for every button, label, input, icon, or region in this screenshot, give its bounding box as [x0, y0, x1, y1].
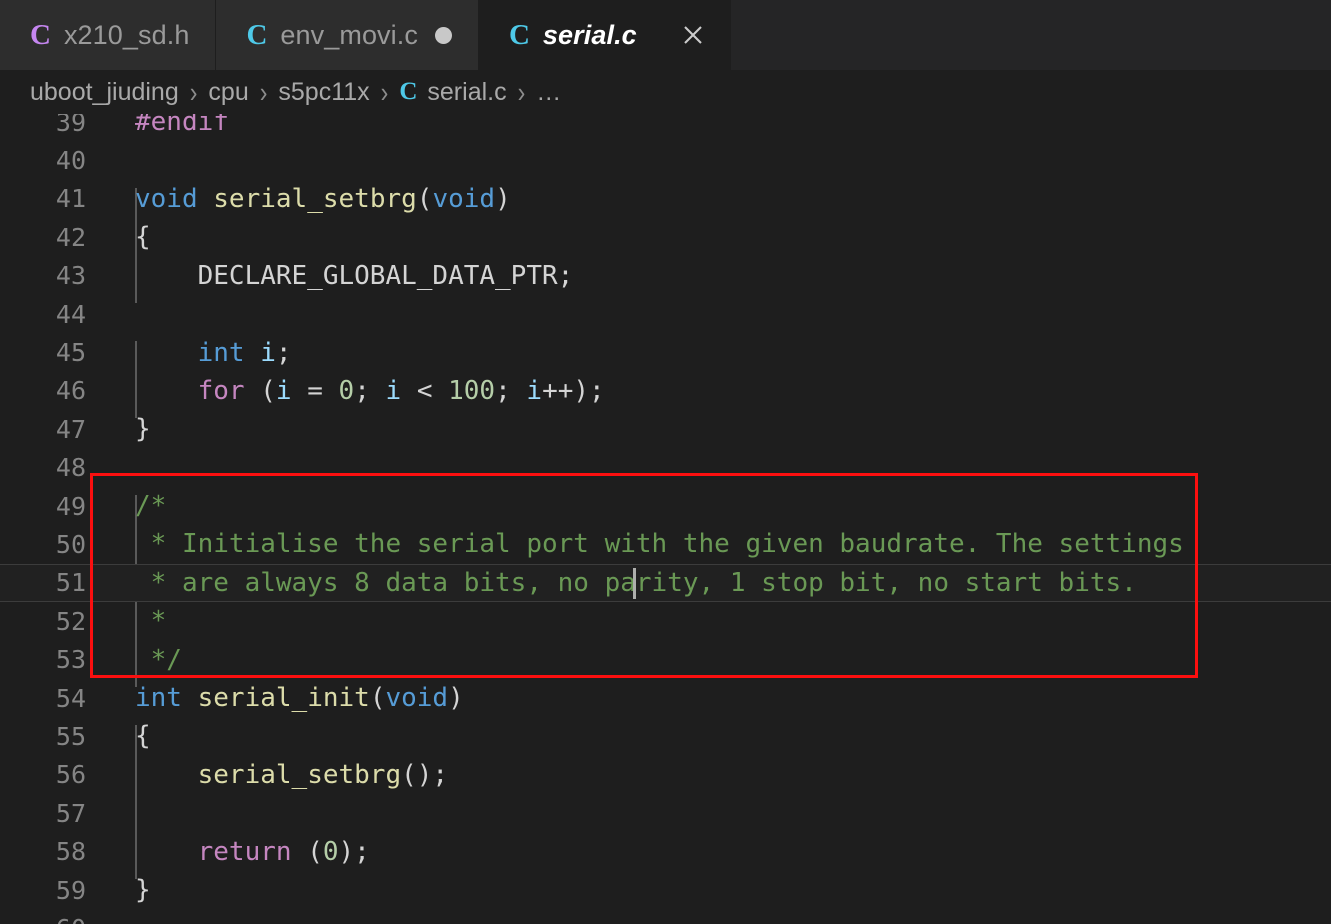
line-content: { — [135, 222, 151, 253]
line-number: 54 — [55, 683, 86, 713]
code-line[interactable]: 55 { — [0, 717, 1331, 755]
line-number: 59 — [55, 875, 86, 905]
line-number: 51 — [55, 568, 86, 598]
vscode-editor-window: C x210_sd.h C env_movi.c C serial.c uboo… — [0, 0, 1331, 924]
line-number: 42 — [55, 222, 86, 252]
line-content: int i; — [197, 337, 292, 368]
line-content: { — [135, 721, 151, 752]
code-line[interactable]: 60 — [0, 909, 1331, 924]
code-line[interactable]: 59 } — [0, 871, 1331, 909]
code-line[interactable]: 41 void serial_setbrg(void) — [0, 180, 1331, 218]
unsaved-changes-dot-icon[interactable] — [434, 26, 452, 44]
tab-label: x210_sd.h — [63, 19, 190, 50]
line-number: 47 — [55, 414, 86, 444]
code-line[interactable]: 53 */ — [0, 640, 1331, 678]
tab-serial-c[interactable]: C serial.c — [478, 0, 731, 70]
code-line[interactable]: 43 DECLARE_GLOBAL_DATA_PTR; — [0, 257, 1331, 295]
line-number: 40 — [55, 146, 86, 176]
code-line[interactable]: 54 int serial_init(void) — [0, 679, 1331, 717]
tab-label: env_movi.c — [280, 19, 418, 50]
breadcrumb-overflow[interactable]: … — [536, 78, 561, 107]
code-lines: 39 #endif 40 41 void serial_setbrg(void)… — [0, 114, 1331, 924]
close-icon[interactable] — [676, 18, 710, 52]
code-line[interactable]: 47 } — [0, 410, 1331, 448]
line-content: /* — [135, 491, 167, 522]
c-file-icon: C — [246, 18, 268, 51]
editor-tab-bar: C x210_sd.h C env_movi.c C serial.c — [0, 0, 1331, 70]
code-line[interactable]: 58 return (0); — [0, 832, 1331, 870]
code-line-current[interactable]: 51 * are always 8 data bits, no parity, … — [0, 563, 1331, 603]
c-file-icon: C — [30, 18, 51, 51]
line-number: 39 — [55, 114, 86, 137]
tab-env_movi-c[interactable]: C env_movi.c — [216, 0, 479, 70]
code-line[interactable]: 56 serial_setbrg(); — [0, 756, 1331, 794]
breadcrumb-item-s5pc11x[interactable]: s5pc11x — [278, 78, 369, 107]
line-content: void serial_setbrg(void) — [135, 183, 511, 214]
breadcrumb-item-cpu[interactable]: cpu — [208, 78, 248, 107]
line-content: for (i = 0; i < 100; i++); — [197, 375, 605, 406]
chevron-right-icon: › — [259, 75, 268, 108]
code-line[interactable]: 48 — [0, 449, 1331, 487]
breadcrumb-item-project[interactable]: uboot_jiuding — [30, 78, 179, 107]
code-line[interactable]: 42 { — [0, 218, 1331, 256]
line-number: 57 — [55, 798, 86, 828]
breadcrumb-item-file[interactable]: serial.c — [427, 78, 506, 107]
line-number: 58 — [55, 837, 86, 867]
code-line[interactable]: 49 /* — [0, 487, 1331, 525]
line-number: 55 — [55, 721, 86, 751]
line-content: return (0); — [197, 836, 370, 867]
tab-bar-empty-area — [730, 0, 1331, 70]
line-number: 43 — [55, 261, 86, 291]
line-number: 56 — [55, 760, 86, 790]
code-line[interactable]: 40 — [0, 141, 1331, 179]
line-number: 53 — [55, 645, 86, 675]
code-line[interactable]: 50 * Initialise the serial port with the… — [0, 525, 1331, 563]
c-file-icon: C — [508, 18, 530, 51]
code-line[interactable]: 44 — [0, 295, 1331, 333]
line-content: */ — [135, 644, 182, 675]
line-number: 48 — [55, 453, 86, 483]
line-content: * Initialise the serial port with the gi… — [135, 529, 1184, 560]
c-file-icon: C — [399, 78, 418, 105]
line-number: 41 — [55, 184, 86, 214]
line-content: #endif — [135, 114, 229, 138]
line-number: 46 — [55, 376, 86, 406]
line-number: 50 — [55, 529, 86, 559]
code-line[interactable]: 46 for (i = 0; i < 100; i++); — [0, 372, 1331, 410]
chevron-right-icon: › — [517, 75, 526, 108]
code-editor-area[interactable]: 39 #endif 40 41 void serial_setbrg(void)… — [0, 114, 1331, 924]
line-number: 49 — [55, 491, 86, 521]
line-content: } — [135, 875, 151, 905]
line-number: 45 — [55, 338, 86, 368]
chevron-right-icon: › — [189, 75, 198, 108]
code-line[interactable]: 52 * — [0, 602, 1331, 640]
line-content: DECLARE_GLOBAL_DATA_PTR; — [135, 260, 574, 291]
code-line[interactable]: 39 #endif — [0, 114, 1331, 141]
line-number: 44 — [55, 299, 86, 329]
chevron-right-icon: › — [380, 75, 389, 108]
line-content: * — [135, 606, 167, 637]
line-content: } — [135, 414, 151, 445]
code-line[interactable]: 45 int i; — [0, 333, 1331, 371]
line-number: 60 — [0, 916, 86, 924]
text-cursor — [633, 567, 636, 599]
code-line[interactable]: 57 — [0, 794, 1331, 832]
line-content: serial_setbrg(); — [197, 759, 449, 790]
tab-x210_sd-h[interactable]: C x210_sd.h — [0, 0, 217, 70]
line-content: int serial_init(void) — [135, 683, 464, 714]
line-number: 52 — [55, 606, 86, 636]
breadcrumb: uboot_jiuding › cpu › s5pc11x › C serial… — [0, 70, 1331, 114]
tab-label: serial.c — [542, 19, 637, 50]
